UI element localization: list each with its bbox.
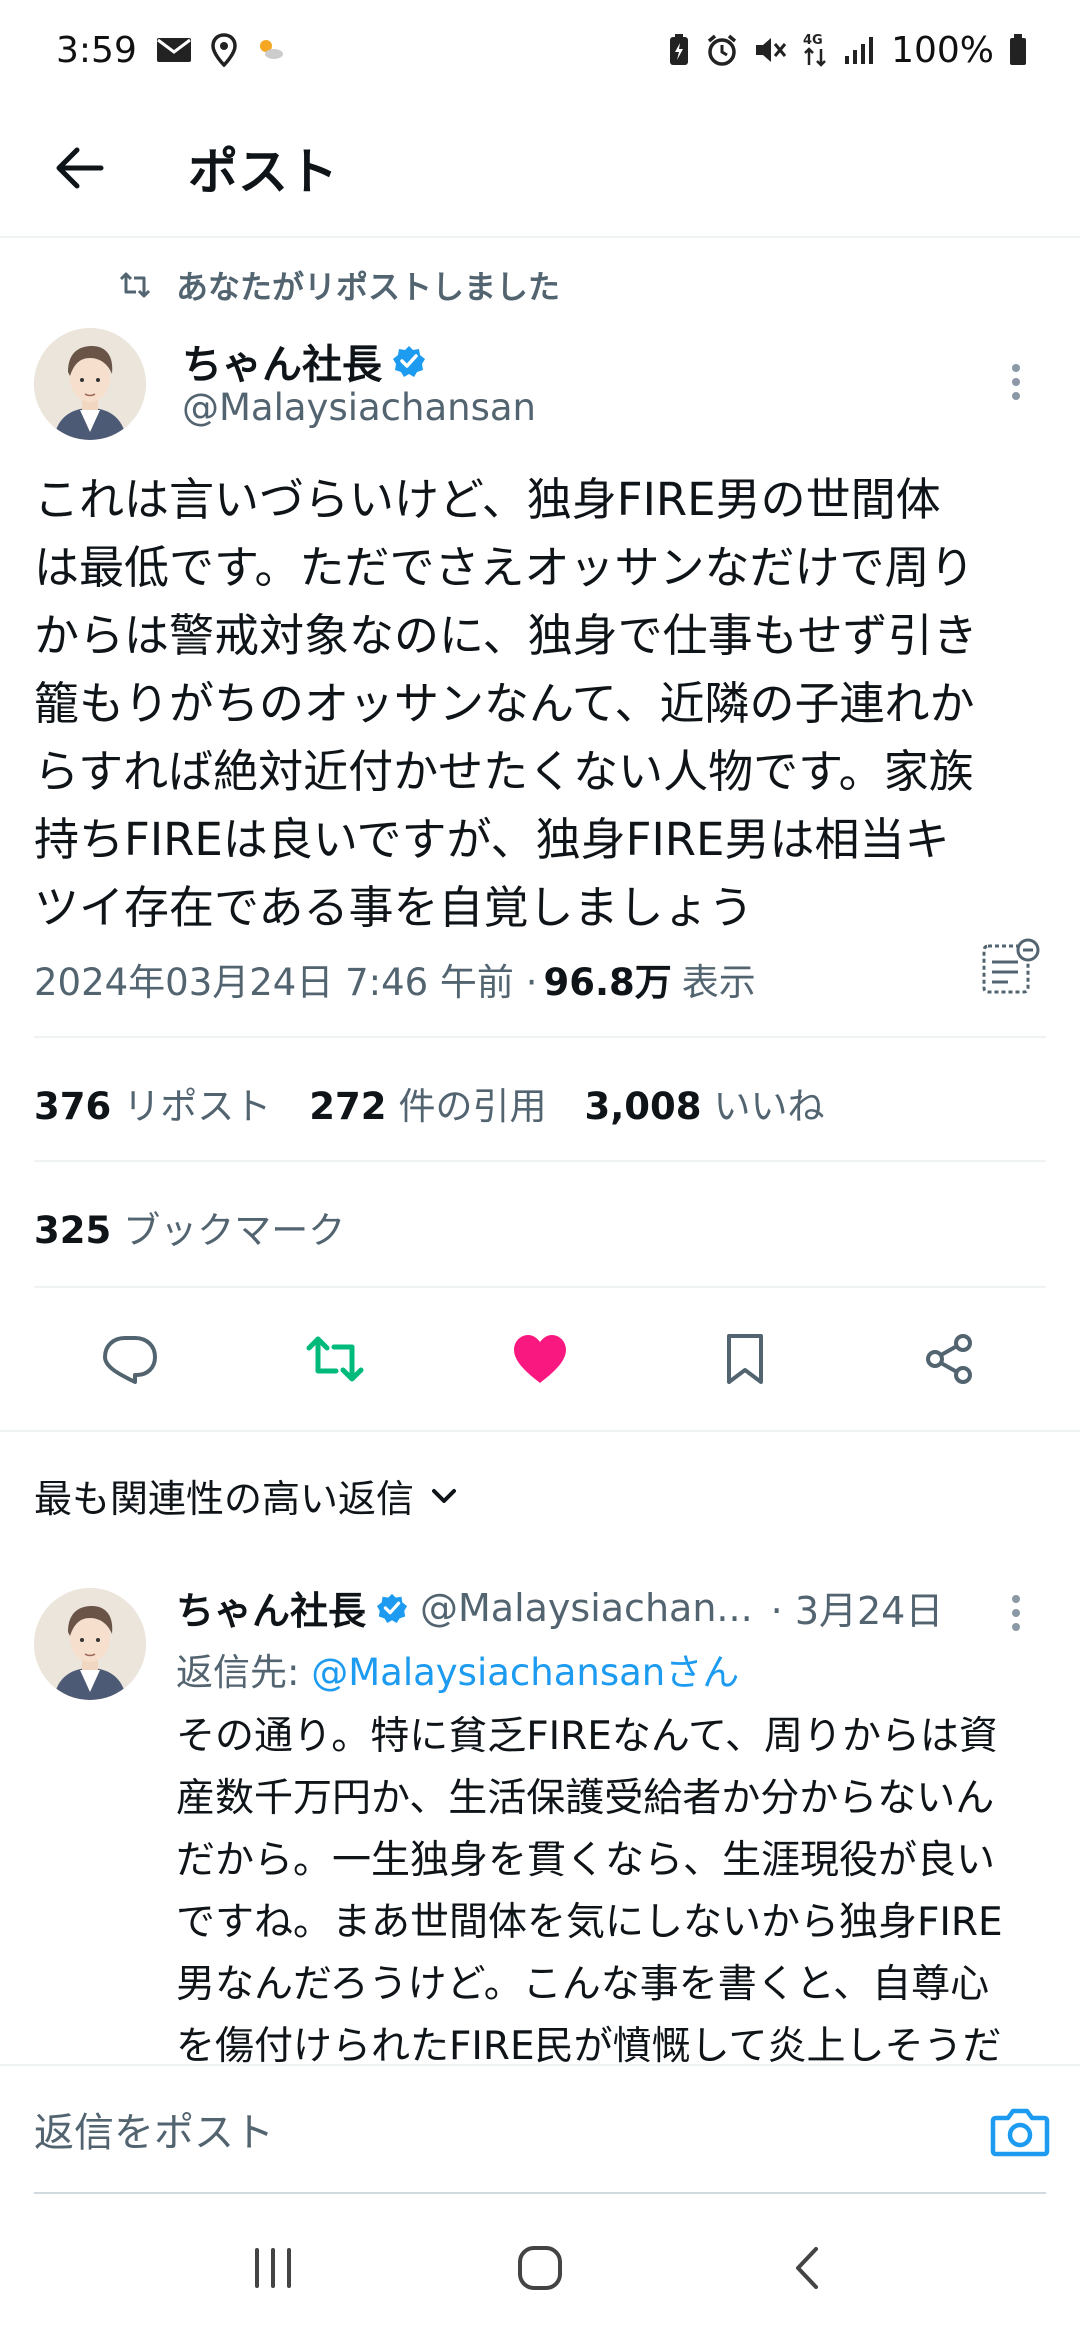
status-time: 3:59 <box>56 29 137 71</box>
arrow-left-icon <box>56 147 104 189</box>
chevron-down-icon <box>432 1488 457 1503</box>
battery-icon <box>1008 33 1028 67</box>
reply-text: その通り。特に貧乏FIREなんて、周りからは資 産数千万円か、生活保護受給者か分… <box>176 1714 1003 2066</box>
reply-to-label: 返信先: <box>176 1651 312 1694</box>
reply-to-handle[interactable]: @Malaysiachansanさん <box>311 1651 739 1694</box>
author-name-row: ちゃん社長 <box>182 332 426 390</box>
4g-icon: 4G <box>801 31 829 69</box>
author-name[interactable]: ちゃん社長 <box>182 332 382 390</box>
reply-input[interactable]: 返信をポスト <box>34 2066 1046 2194</box>
battery-percent: 100% <box>891 29 994 71</box>
recents-button[interactable] <box>228 2223 318 2313</box>
back-button[interactable] <box>40 128 120 208</box>
home-button[interactable] <box>495 2223 585 2313</box>
share-button[interactable] <box>902 1311 998 1407</box>
weather-icon <box>255 36 285 64</box>
reply-to: 返信先: @Malaysiachansanさん <box>176 1642 739 1696</box>
reply-sort-dropdown[interactable]: 最も関連性の高い返信 <box>34 1468 458 1523</box>
avatar[interactable] <box>34 1588 146 1700</box>
reply-sort-label: 最も関連性の高い返信 <box>34 1477 415 1521</box>
post-text: これは言いづらいけど、独身FIRE男の世間体 は最低です。ただでさえオッサンなだ… <box>34 473 978 934</box>
likes-stat[interactable]: 3,008 いいね <box>584 1076 824 1130</box>
camera-icon <box>990 2108 1050 2157</box>
post-stats: 376 リポスト 272 件の引用 3,008 いいね <box>34 1076 825 1130</box>
mute-icon <box>753 34 787 66</box>
app-bar: ポスト <box>0 100 1080 238</box>
repost-context: あなたがリポストしました <box>118 262 560 308</box>
author-handle[interactable]: @Malaysiachansan <box>182 386 536 429</box>
divider <box>34 1160 1046 1162</box>
reply-date: · 3月24日 <box>770 1589 944 1633</box>
page-title: ポスト <box>188 143 338 201</box>
svg-text:4G: 4G <box>803 33 823 48</box>
verified-badge-icon <box>393 346 425 377</box>
post-meta: 2024年03月24日 7:46 午前 · 96.8万 表示 <box>34 952 756 1006</box>
quotes-stat[interactable]: 272 件の引用 <box>309 1076 546 1130</box>
repost-context-label: あなたがリポストしました <box>176 268 561 306</box>
reply-icon <box>103 1336 158 1384</box>
reply-button[interactable] <box>82 1311 178 1407</box>
reply-author-handle[interactable]: @Malaysiachan... <box>420 1586 753 1630</box>
reply-more-options-button[interactable] <box>996 1586 1036 1640</box>
views-label: 表示 <box>681 961 756 1004</box>
divider <box>0 1430 1080 1432</box>
system-back-button[interactable] <box>762 2223 852 2313</box>
reposts-stat[interactable]: 376 リポスト <box>34 1076 271 1130</box>
bookmarks-stat[interactable]: 325 ブックマーク <box>34 1200 345 1254</box>
divider <box>34 1036 1046 1038</box>
verified-badge-icon <box>376 1593 408 1623</box>
like-icon <box>513 1335 566 1383</box>
repost-icon <box>119 272 151 298</box>
analytics-button[interactable] <box>978 936 1042 1000</box>
mail-icon <box>155 35 193 65</box>
more-options-button[interactable] <box>996 352 1036 412</box>
reply-composer: 返信をポスト <box>0 2064 1080 2196</box>
bookmark-icon <box>726 1334 763 1384</box>
repost-button[interactable] <box>287 1311 383 1407</box>
more-vertical-icon <box>1012 1595 1020 1631</box>
share-icon <box>925 1334 972 1384</box>
divider <box>34 1286 1046 1288</box>
post-author: ちゃん社長 @Malaysiachansan <box>34 328 1046 448</box>
action-bar <box>0 1304 1080 1414</box>
repost-icon <box>306 1336 364 1382</box>
system-nav-bar <box>0 2196 1080 2340</box>
reply-author-name[interactable]: ちゃん社長 <box>176 1580 366 1635</box>
battery-saver-icon <box>667 33 691 67</box>
views-count: 96.8万 <box>543 961 672 1004</box>
home-icon <box>517 2246 562 2290</box>
reply-header: ちゃん社長 @Malaysiachan... · 3月24日 <box>176 1580 1046 1635</box>
like-button[interactable] <box>492 1311 588 1407</box>
alarm-icon <box>705 33 739 67</box>
location-icon <box>211 33 237 67</box>
bookmark-button[interactable] <box>697 1311 793 1407</box>
camera-button[interactable] <box>984 2096 1056 2168</box>
more-vertical-icon <box>1012 364 1020 400</box>
status-bar: 3:59 4G 100% <box>0 0 1080 100</box>
post-timestamp[interactable]: 2024年03月24日 7:46 午前 · <box>34 952 537 1006</box>
back-icon <box>795 2247 818 2289</box>
avatar[interactable] <box>34 328 146 440</box>
signal-icon <box>843 34 877 66</box>
recents-icon <box>255 2248 292 2288</box>
analytics-icon <box>982 938 1040 994</box>
